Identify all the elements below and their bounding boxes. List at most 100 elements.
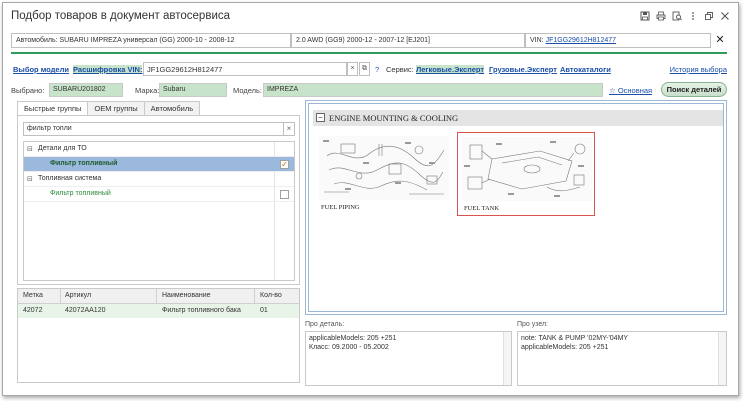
vin-decode-link[interactable]: Расшифровка VIN: [73,65,143,74]
assembly-label: FUEL PIPING [321,204,360,211]
car-label: Автомобиль: [16,37,58,44]
table-row[interactable]: 42072 42072AA120 Фильтр топливного бака … [18,304,299,318]
part-info-box: applicableModels: 205 +251 Класс: 09.200… [305,331,512,386]
part-info-section: Про деталь: applicableModels: 205 +251 К… [305,321,512,387]
col-divider [60,289,61,304]
selected-field[interactable]: SUBARU201802 [49,83,123,97]
assembly-group-title: ENGINE MOUNTING & COOLING [329,113,459,123]
expander-icon[interactable]: ⊟ [27,145,33,153]
filter-value: фильтр топли [27,125,72,132]
model-select-link[interactable]: Выбор модели [13,65,69,74]
tree-node-fuel-filter-selected[interactable]: Фильтр топливный ✓ [24,157,294,172]
grid-header: Метка Артикул Наименование Кол-во [18,289,299,304]
node-info-section: Про узел: note: TANK & PUMP '02MY-'04MY … [517,321,727,387]
print-icon[interactable] [655,10,666,21]
service-label: Сервис: [386,65,414,74]
assembly-label: FUEL TANK [464,205,500,212]
vin-field[interactable]: VIN: JF1GG29612H812477 [525,33,711,48]
col-article[interactable]: Артикул [65,292,91,299]
fuel-piping-diagram-image [319,136,449,200]
clear-vehicle-button[interactable]: ✕ [713,33,727,48]
selected-label: Выбрано: [11,86,45,95]
model-field[interactable]: IMPREZA [263,83,603,97]
tab-vehicle[interactable]: Автомобиль [143,101,201,116]
tab-quick-groups[interactable]: Быстрые группы [17,101,89,116]
mode-row: Выбор модели Расшифровка VIN: JF1GG29612… [11,61,727,77]
main-window: Подбор товаров в документ автосервиса Ав… [2,2,739,396]
tree-node-fuel-filter[interactable]: Фильтр топливный [24,187,294,202]
col-name[interactable]: Наименование [162,292,211,299]
quick-groups-panel: фильтр топли × ⊟ Детали для ТО Фильтр то… [17,115,300,285]
col-qty[interactable]: Кол-во [260,292,282,299]
assembly-fuel-piping[interactable]: FUEL PIPING [315,132,453,216]
vin-copy-button[interactable]: ⧉ [359,62,370,76]
service-passenger-link[interactable]: Легковые.Эксперт [416,65,485,74]
vin-label: VIN: [530,37,544,44]
tab-oem-groups[interactable]: OEM группы [87,101,145,116]
part-info-scrollbar[interactable] [503,332,511,385]
cell-name: Фильтр топливного бака [162,307,241,314]
assembly-fuel-tank-selected[interactable]: FUEL TANK [457,132,595,216]
node-info-box: note: TANK & PUMP '02MY-'04MY applicable… [517,331,727,386]
assembly-panel: − ENGINE MOUNTING & COOLING FUEL PIPING … [305,100,727,315]
save-icon[interactable] [639,10,650,21]
groups-tree: ⊟ Детали для ТО Фильтр топливный ✓ ⊟ Топ… [23,141,295,281]
service-catalogs-link[interactable]: Автокаталоги [560,65,611,74]
search-parts-button[interactable]: Поиск деталей [661,82,727,97]
tree-node-label: Фильтр топливный [50,160,118,167]
left-tabs: Быстрые группы OEM группы Автомобиль [17,101,201,116]
assembly-group-header[interactable]: − ENGINE MOUNTING & COOLING [313,110,723,126]
brand-field[interactable]: Subaru [159,83,227,97]
preview-icon[interactable] [671,10,682,21]
car-field[interactable]: Автомобиль: SUBARU IMPREZA универсал (GG… [11,33,291,48]
cell-tag: 42072 [23,307,43,314]
tree-node-label: Детали для ТО [38,145,87,152]
tree-node-label: Фильтр топливный [50,190,111,197]
vin-link[interactable]: JF1GG29612H812477 [546,37,616,44]
col-divider [156,289,157,304]
title-bar-icons [639,10,730,21]
tree-node-label: Топливная система [38,175,102,182]
more-menu-icon[interactable] [687,10,698,21]
node-info-label: Про узел: [517,321,549,328]
expander-icon[interactable]: ⊟ [27,175,33,183]
col-tag[interactable]: Метка [23,292,43,299]
car-value: SUBARU IMPREZA универсал (GG) 2000-10 - … [59,37,235,44]
fuel-tank-diagram-image [462,137,592,201]
engine-field[interactable]: 2.0 AWD (GG9) 2000-12 - 2007-12 [EJ201] [291,33,525,48]
node-info-line: note: TANK & PUMP '02MY-'04MY [521,335,629,342]
tree-checkbox[interactable] [280,190,289,199]
vin-input[interactable]: JF1GG29612H812477 [143,62,347,76]
part-info-line: Класс: 09.2000 - 05.2002 [309,344,389,351]
tree-checkbox-checked[interactable]: ✓ [280,160,289,169]
window-title: Подбор товаров в документ автосервиса [11,10,231,22]
assembly-panel-inner: − ENGINE MOUNTING & COOLING FUEL PIPING … [308,103,724,312]
filter-clear-button[interactable]: × [283,122,294,136]
close-window-icon[interactable] [719,10,730,21]
vehicle-row: Автомобиль: SUBARU IMPREZA универсал (GG… [11,33,727,48]
selection-row: Выбрано: SUBARU201802 Марка: Subaru Моде… [11,82,727,98]
vin-clear-button[interactable]: × [347,62,358,76]
cell-article: 42072AA120 [65,307,106,314]
collapse-icon[interactable]: − [316,113,325,122]
history-link[interactable]: История выбора [670,65,727,74]
main-favorite-link[interactable]: ☆ Основная [609,86,652,95]
model-label: Модель: [233,86,263,95]
service-truck-link[interactable]: Грузовые.Эксперт [489,65,557,74]
node-info-line: applicableModels: 205 +251 [521,344,609,351]
filter-input[interactable]: фильтр топли × [23,122,295,136]
node-info-scrollbar[interactable] [718,332,726,385]
accent-divider [11,52,727,54]
main-favorite-label: Основная [617,86,653,95]
help-icon[interactable]: ? [375,65,379,74]
brand-label: Марка: [135,86,160,95]
title-bar: Подбор товаров в документ автосервиса [3,3,738,27]
part-info-line: applicableModels: 205 +251 [309,335,397,342]
tree-node-fuel-system[interactable]: ⊟ Топливная система [24,172,294,187]
left-panel: Быстрые группы OEM группы Автомобиль фил… [17,101,300,384]
tree-node-maintenance[interactable]: ⊟ Детали для ТО [24,142,294,157]
cell-qty: 01 [260,307,268,314]
restore-icon[interactable] [703,10,714,21]
part-info-label: Про деталь: [305,321,345,328]
col-divider [254,289,255,304]
